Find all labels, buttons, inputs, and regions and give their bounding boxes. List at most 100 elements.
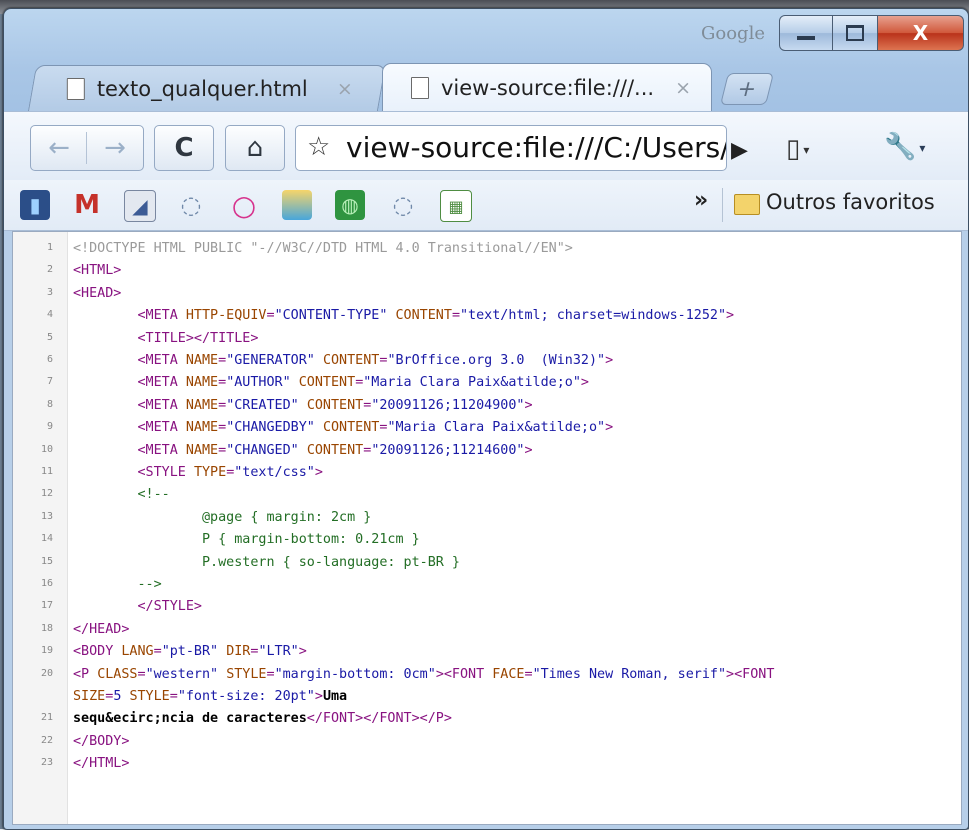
code-token: "text/css" <box>234 465 315 480</box>
tab-close-icon[interactable]: × <box>675 77 691 99</box>
code-token: FACE <box>492 666 525 682</box>
book-icon[interactable]: ▮ <box>20 190 50 220</box>
msn-icon[interactable] <box>282 190 312 220</box>
code-token: <BODY <box>73 644 122 660</box>
tab-title: view-source:file:///... <box>441 75 655 100</box>
code-token: > <box>314 465 323 480</box>
forward-arrow-icon[interactable]: → <box>87 133 143 163</box>
code-token: <META <box>137 375 186 391</box>
maximize-icon <box>846 25 864 41</box>
home-button[interactable]: ⌂ <box>225 125 285 171</box>
folder-icon <box>734 194 760 215</box>
code-token: = <box>153 644 162 660</box>
line-number: 4 <box>46 309 53 321</box>
maximize-button[interactable] <box>833 15 878 51</box>
code-token: "CHANGEDBY" <box>226 420 315 436</box>
code-token: = <box>218 353 227 368</box>
page-menu-button[interactable]: ▯ ▾ <box>786 134 809 164</box>
new-tab-button[interactable]: + <box>720 73 774 105</box>
rss-icon[interactable]: ◢ <box>124 190 156 222</box>
table-icon[interactable]: ▦ <box>440 190 472 222</box>
tab-view-source[interactable]: view-source:file:///... × <box>382 63 712 111</box>
code-token: STYLE <box>226 666 267 682</box>
code-token: NAME <box>185 442 219 458</box>
code-token: = <box>218 375 227 391</box>
code-token: > <box>726 308 735 324</box>
minimize-button[interactable] <box>779 15 833 51</box>
source-line: 16 --> <box>13 574 961 596</box>
orkut-icon[interactable]: ○ <box>229 189 259 222</box>
globe-icon[interactable]: ◍ <box>335 190 365 220</box>
gmail-icon[interactable]: M <box>72 190 102 220</box>
close-icon: X <box>912 21 929 45</box>
code-token: P.western { so-language: pt-BR } <box>202 554 460 570</box>
code-token: CONTENT <box>306 397 364 413</box>
code-token: = <box>266 666 275 682</box>
source-line: 5 <TITLE></TITLE> <box>13 328 961 350</box>
other-bookmarks-link[interactable]: Outros favoritos <box>766 190 935 214</box>
source-line: 20 <P CLASS="western" STYLE="margin-botto… <box>13 664 961 686</box>
tab-texto-qualquer[interactable]: texto_qualquer.html × <box>27 65 387 111</box>
source-code: P.western { so-language: pt-BR } <box>73 552 460 574</box>
source-line: 7 <META NAME="AUTHOR" CONTENT="Maria Cla… <box>13 372 961 394</box>
bookmark-star-icon[interactable]: ☆ <box>307 132 330 162</box>
code-token: P { margin-bottom: 0.21cm } <box>202 532 420 548</box>
code-token: "20091126;11204900" <box>371 397 525 413</box>
reload-button[interactable]: C <box>154 125 214 171</box>
source-code: <META NAME="CREATED" CONTENT="20091126;1… <box>73 395 533 417</box>
source-code: <META NAME="CHANGED" CONTENT="20091126;1… <box>73 440 533 462</box>
code-token: "20091126;11214600" <box>371 442 525 458</box>
source-line: 22 </BODY> <box>13 731 961 753</box>
code-token: STYLE <box>129 689 170 704</box>
tab-close-icon[interactable]: × <box>337 78 353 100</box>
source-code: <STYLE TYPE="text/css"> <box>73 462 323 484</box>
code-token: <STYLE <box>137 465 194 480</box>
source-line: 23 </HTML> <box>13 753 961 775</box>
url-text[interactable]: view-source:file:///C:/Users/ <box>346 131 726 164</box>
code-token: "CREATED" <box>226 397 299 413</box>
code-token: NAME <box>185 420 219 436</box>
chat-icon[interactable]: ◌ <box>176 190 206 220</box>
line-number: 1 <box>46 242 53 253</box>
line-number: 23 <box>40 757 53 769</box>
go-icon[interactable]: ▶ <box>731 138 748 163</box>
source-code: <HTML> <box>73 260 121 282</box>
home-icon: ⌂ <box>246 133 264 163</box>
page-icon <box>66 77 85 100</box>
code-token: CONTENT <box>298 375 356 391</box>
address-bar[interactable]: ☆ view-source:file:///C:/Users/ <box>295 125 727 171</box>
back-arrow-icon[interactable]: ← <box>31 133 87 163</box>
line-number: 15 <box>40 555 53 567</box>
code-token: <META <box>137 308 186 324</box>
source-code: <META HTTP-EQUIV="CONTENT-TYPE" CONTENT=… <box>73 305 735 327</box>
code-token: CLASS <box>97 666 138 682</box>
divider <box>86 132 87 164</box>
source-code: <!-- <box>73 484 170 506</box>
code-token: <!DOCTYPE HTML PUBLIC "-//W3C//DTD HTML … <box>73 241 573 256</box>
source-line: 18 </HEAD> <box>13 619 961 641</box>
line-number: 16 <box>40 578 53 589</box>
source-code: P { margin-bottom: 0.21cm } <box>73 529 420 551</box>
source-line: 10 <META NAME="CHANGED" CONTENT="2009112… <box>13 440 961 462</box>
code-token: "CONTENT-TYPE" <box>274 308 388 324</box>
chat-icon[interactable]: ◌ <box>388 190 418 220</box>
line-number: 11 <box>40 466 53 477</box>
source-code: <BODY LANG="pt-BR" DIR="LTR"> <box>73 641 307 663</box>
line-number: 21 <box>40 712 53 724</box>
code-token: sequ&ecirc;ncia de caracteres <box>73 711 307 727</box>
tools-menu-button[interactable]: 🔧 ▾ <box>884 132 925 162</box>
code-token: > <box>605 420 614 436</box>
bookmarks-overflow-icon[interactable]: » <box>694 188 708 213</box>
source-code: @page { margin: 2cm } <box>73 507 371 529</box>
close-window-button[interactable]: X <box>878 15 964 51</box>
code-token: <TITLE></TITLE> <box>137 330 259 346</box>
code-token: DIR <box>226 644 251 660</box>
